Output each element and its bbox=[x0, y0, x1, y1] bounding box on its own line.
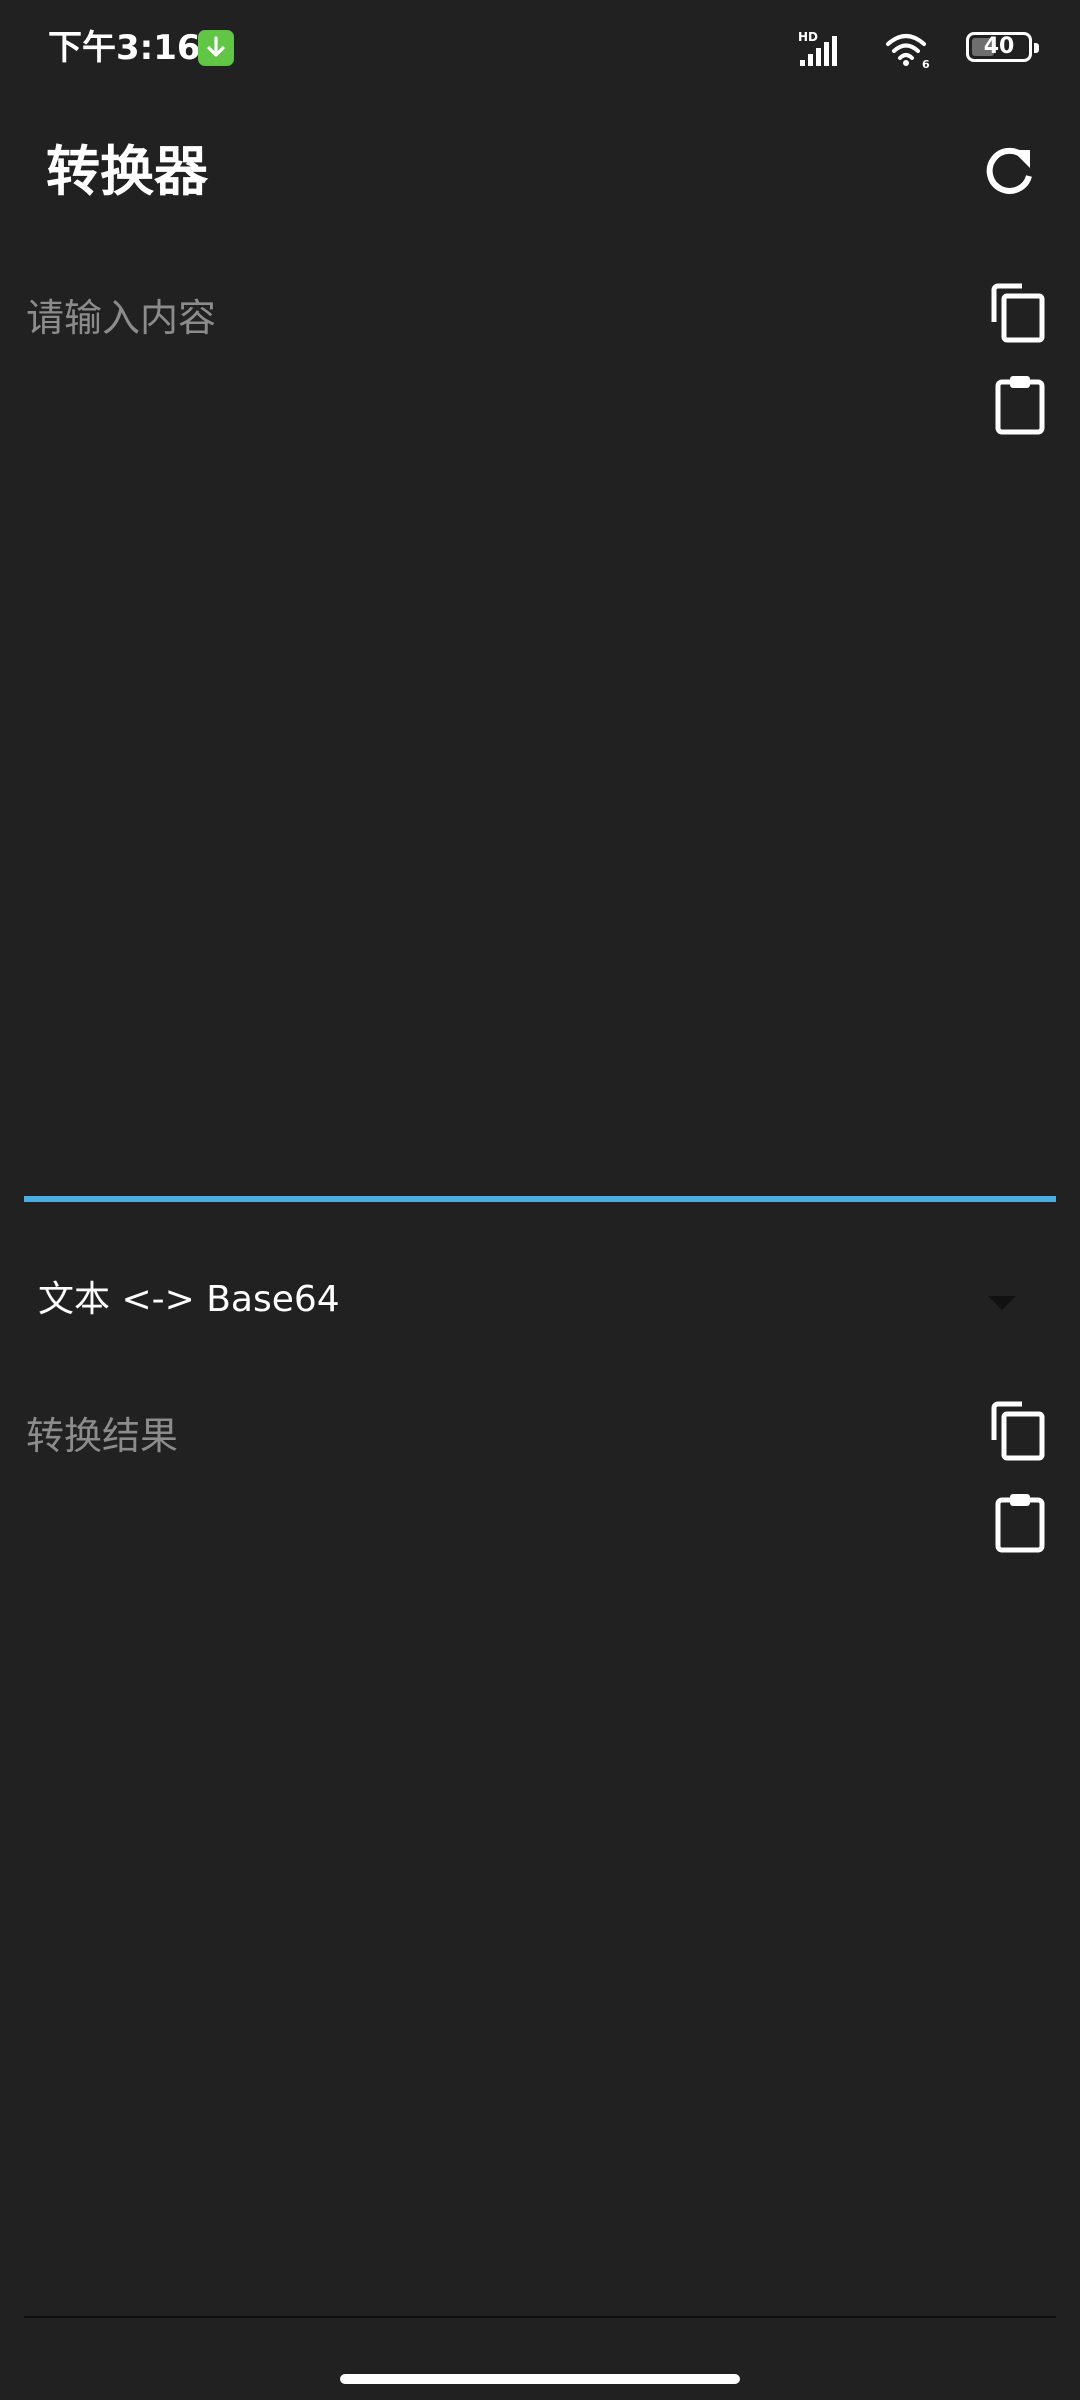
output-copy-button[interactable] bbox=[984, 1394, 1056, 1466]
status-bar: 下午3:16 HD 6 40 bbox=[0, 0, 1080, 96]
status-time: 下午3:16 bbox=[48, 28, 201, 68]
battery-tip bbox=[1034, 43, 1039, 53]
signal-icon: HD bbox=[798, 30, 842, 74]
refresh-button[interactable] bbox=[974, 136, 1046, 208]
output-field[interactable] bbox=[24, 1388, 964, 2288]
dropdown-triangle-icon bbox=[988, 1296, 1016, 1310]
copy-icon bbox=[991, 1401, 1045, 1461]
battery-icon: 40 bbox=[966, 32, 1039, 62]
input-copy-button[interactable] bbox=[984, 276, 1056, 348]
download-arrow-icon bbox=[198, 30, 234, 66]
clipboard-icon bbox=[995, 376, 1045, 435]
refresh-icon bbox=[986, 147, 1032, 194]
copy-icon bbox=[991, 283, 1045, 343]
conversion-mode-label: 文本 <-> Base64 bbox=[38, 1279, 340, 1320]
home-indicator[interactable] bbox=[340, 2374, 740, 2384]
input-underline bbox=[24, 1196, 1056, 1202]
conversion-mode-select[interactable]: 文本 <-> Base64 bbox=[24, 1250, 1056, 1354]
input-field[interactable] bbox=[24, 270, 964, 1170]
input-paste-button[interactable] bbox=[984, 368, 1056, 440]
input-area bbox=[24, 270, 1056, 1202]
wifi-icon: 6 bbox=[884, 30, 932, 74]
battery-level: 40 bbox=[983, 34, 1015, 59]
page-title: 转换器 bbox=[46, 140, 208, 203]
app-bar: 转换器 bbox=[0, 96, 1080, 248]
signal-label: HD bbox=[798, 30, 818, 44]
wifi-label: 6 bbox=[922, 58, 930, 70]
output-paste-button[interactable] bbox=[984, 1486, 1056, 1558]
output-area bbox=[24, 1388, 1056, 2320]
output-underline bbox=[24, 2316, 1056, 2318]
clipboard-icon bbox=[995, 1494, 1045, 1553]
